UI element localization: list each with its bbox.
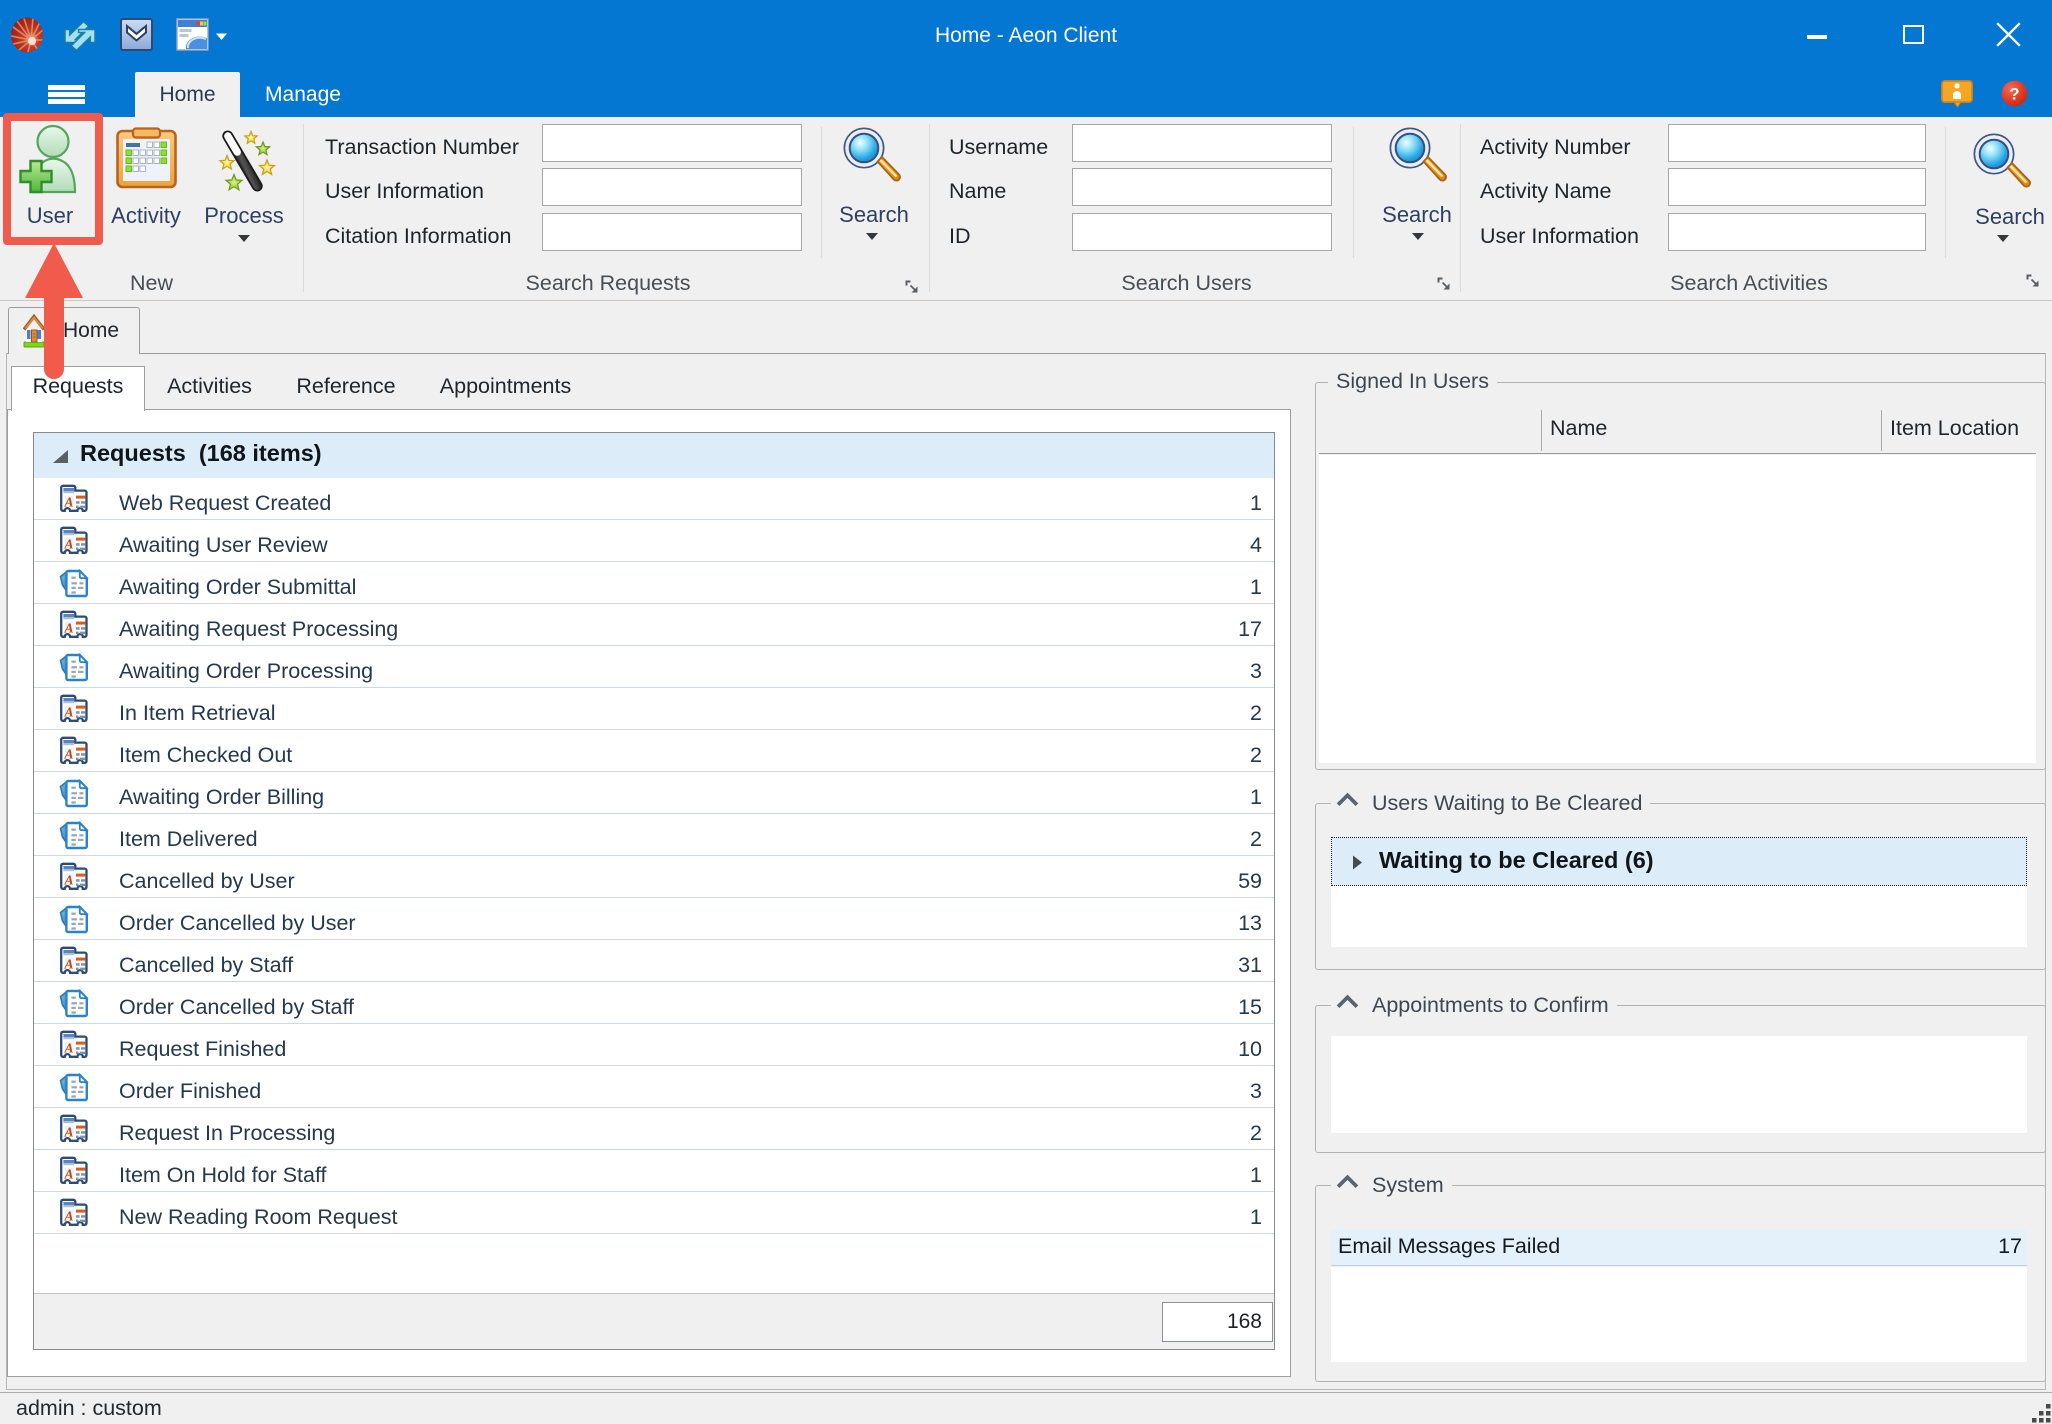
svg-text:?: ?: [2009, 85, 2019, 104]
